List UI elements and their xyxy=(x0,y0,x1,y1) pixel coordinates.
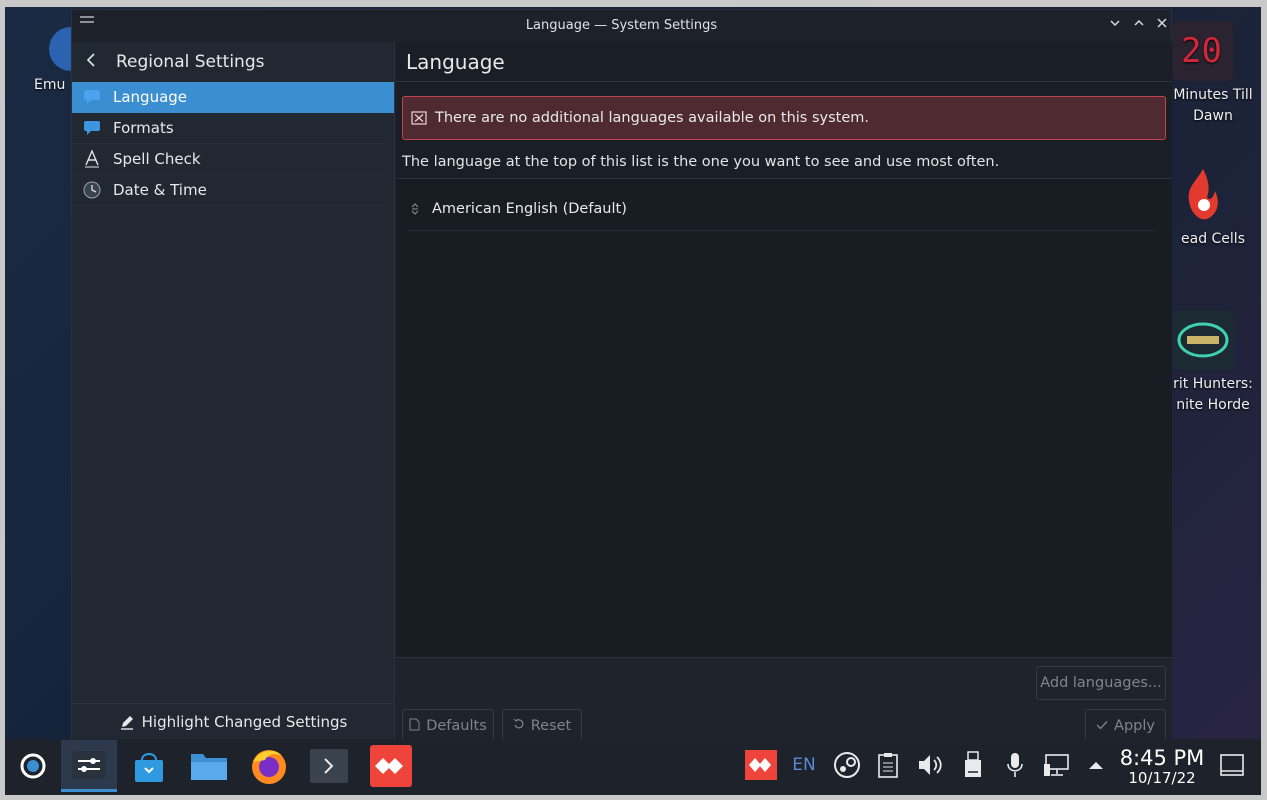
steamdeck-logo-icon xyxy=(20,753,46,779)
clock-date: 10/17/22 xyxy=(1128,769,1196,787)
desktop: Emu 20 Minutes Till Dawn ead Cells rit H… xyxy=(5,7,1261,795)
folder-icon xyxy=(191,754,227,780)
network-icon[interactable] xyxy=(1041,747,1073,783)
drag-handle-icon[interactable] xyxy=(408,202,422,216)
desktop-icon-20-minutes-till-dawn[interactable]: 20 Minutes Till Dawn xyxy=(1165,21,1261,127)
digital-clock[interactable]: 8:45 PM 10/17/22 xyxy=(1117,746,1207,786)
back-arrow-icon[interactable] xyxy=(86,52,106,72)
clock-time: 8:45 PM xyxy=(1119,746,1205,770)
firefox-icon xyxy=(252,750,286,784)
list-item[interactable]: American English (Default) xyxy=(408,187,1156,231)
desktop-icon-label: rit Hunters: xyxy=(1173,376,1253,392)
taskbar-file-manager[interactable] xyxy=(181,740,237,792)
sidebar-title: Regional Settings xyxy=(116,52,265,72)
clipboard-icon[interactable] xyxy=(872,747,904,783)
steam-icon[interactable] xyxy=(831,747,863,783)
game-icon: 20 xyxy=(1173,21,1233,81)
check-icon xyxy=(1096,719,1108,734)
highlight-changed-label: Highlight Changed Settings xyxy=(141,712,348,731)
sidebar-header: Regional Settings xyxy=(72,42,394,82)
defaults-label: Defaults xyxy=(426,718,487,734)
sidebar-item-label: Spell Check xyxy=(113,150,201,168)
taskbar-system-settings[interactable] xyxy=(61,740,117,792)
window-title: Language — System Settings xyxy=(525,18,718,33)
language-list: American English (Default) xyxy=(396,178,1172,657)
sidebar-item-label: Date & Time xyxy=(113,181,207,199)
taskbar-anydesk[interactable] xyxy=(363,740,419,792)
system-settings-window: Language — System Settings Regional Sett… xyxy=(71,9,1172,743)
highlight-changed-settings-button[interactable]: Highlight Changed Settings xyxy=(72,703,394,739)
tray-anydesk-icon[interactable] xyxy=(745,747,777,783)
keyboard-layout-indicator[interactable]: EN xyxy=(788,747,820,783)
taskbar-konsole[interactable] xyxy=(301,740,357,792)
close-icon[interactable] xyxy=(1153,16,1171,34)
action-bar: Add languages... Defaults Reset Apply xyxy=(396,657,1172,743)
error-icon xyxy=(411,111,427,125)
anydesk-icon xyxy=(370,745,412,787)
window-titlebar[interactable]: Language — System Settings xyxy=(72,10,1171,42)
store-bag-icon xyxy=(135,753,163,782)
desktop-icon-spirit-hunters[interactable]: rit Hunters: nite Horde xyxy=(1165,310,1261,416)
defaults-button[interactable]: Defaults xyxy=(402,709,494,743)
taskbar-discover[interactable] xyxy=(121,740,177,792)
language-name: American English (Default) xyxy=(432,200,627,217)
apply-button[interactable]: Apply xyxy=(1085,709,1166,743)
reset-button[interactable]: Reset xyxy=(502,709,582,743)
application-launcher-button[interactable] xyxy=(7,740,59,792)
sidebar-item-label: Formats xyxy=(113,119,174,137)
language-order-hint: The language at the top of this list is … xyxy=(402,154,1000,170)
add-languages-button[interactable]: Add languages... xyxy=(1036,666,1166,700)
error-text: There are no additional languages availa… xyxy=(435,110,869,126)
taskbar: EN 8:45 PM 10/17/22 xyxy=(5,739,1261,795)
chevron-up-icon[interactable] xyxy=(1130,16,1148,34)
terminal-icon xyxy=(310,749,348,783)
keyboard-layout-label: EN xyxy=(792,755,816,775)
microphone-icon[interactable] xyxy=(999,747,1031,783)
undo-icon xyxy=(513,718,525,734)
settings-sliders-icon xyxy=(72,750,106,779)
game-badge: 20 xyxy=(1181,31,1222,71)
chevron-down-icon[interactable] xyxy=(1106,16,1124,34)
sidebar-item-label: Language xyxy=(113,88,188,106)
sidebar-item-spell-check[interactable]: Spell Check xyxy=(72,144,384,175)
usb-drive-icon[interactable] xyxy=(957,747,989,783)
game-icon xyxy=(1173,165,1233,225)
spellcheck-icon xyxy=(82,150,102,168)
sidebar-item-date-time[interactable]: Date & Time xyxy=(72,175,384,206)
desktop-icon-label: nite Horde xyxy=(1176,397,1250,413)
error-message: There are no additional languages availa… xyxy=(402,96,1166,140)
sidebar-item-language[interactable]: Language xyxy=(72,82,394,113)
desktop-icon-dead-cells[interactable]: ead Cells xyxy=(1165,165,1261,250)
add-languages-label: Add languages... xyxy=(1040,675,1162,691)
desktop-icon-label: Minutes Till xyxy=(1173,87,1253,103)
show-desktop-icon[interactable] xyxy=(1216,747,1248,783)
taskbar-firefox[interactable] xyxy=(241,740,297,792)
pencil-icon xyxy=(119,714,135,730)
desktop-icon-label: Dawn xyxy=(1193,108,1233,124)
clock-icon xyxy=(82,181,102,199)
game-icon xyxy=(1173,310,1233,370)
page-title: Language xyxy=(396,42,1172,82)
sidebar: Regional Settings Language Formats Spell… xyxy=(72,42,395,739)
sidebar-item-formats[interactable]: Formats xyxy=(72,113,384,144)
volume-icon[interactable] xyxy=(914,747,946,783)
content-pane: Language There are no additional languag… xyxy=(396,42,1172,743)
language-icon xyxy=(82,88,102,106)
document-icon xyxy=(409,718,420,735)
desktop-icon-label: ead Cells xyxy=(1181,231,1245,247)
show-hidden-icons-arrow-icon[interactable] xyxy=(1080,747,1112,783)
apply-label: Apply xyxy=(1114,718,1155,734)
formats-icon xyxy=(82,119,102,137)
reset-label: Reset xyxy=(530,718,572,734)
